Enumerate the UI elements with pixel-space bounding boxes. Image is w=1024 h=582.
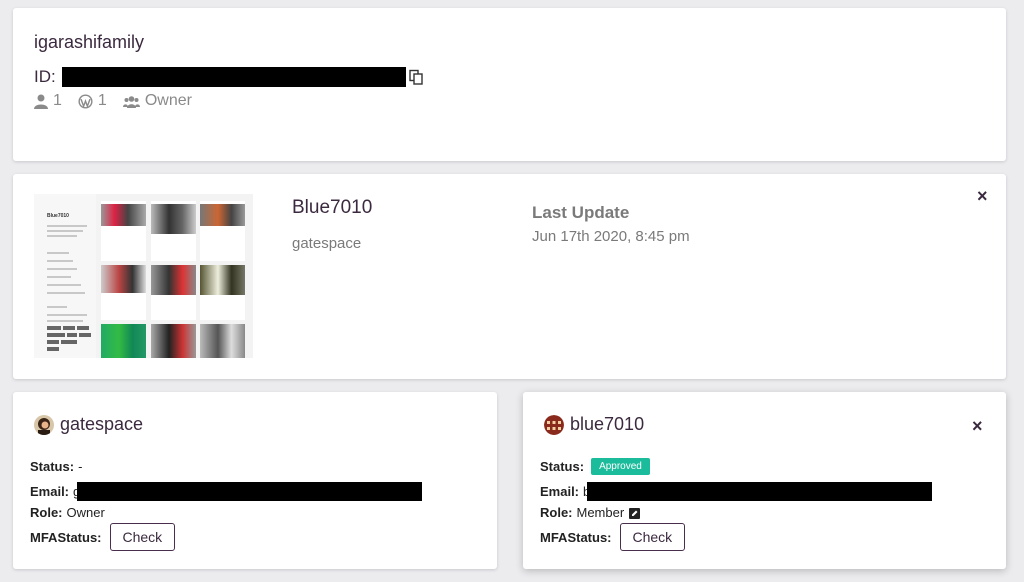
mfa-label: MFAStatus: <box>30 529 102 545</box>
thumbnail-title: Blue7010 <box>47 213 69 219</box>
mfa-check-button[interactable]: Check <box>109 523 176 551</box>
role-group: Owner <box>122 92 192 110</box>
organization-id-row: ID: <box>34 67 424 87</box>
user-header: gatespace <box>34 414 143 435</box>
copy-icon[interactable] <box>408 69 424 85</box>
email-label: Email: <box>540 484 580 499</box>
organization-name: igarashifamily <box>34 32 145 52</box>
user-card-blue7010: blue7010 × Status: Approved Email: b Rol… <box>523 392 1006 569</box>
email-row: Email: g <box>30 482 423 501</box>
redacted-id <box>61 67 406 87</box>
user-header: blue7010 <box>544 414 644 435</box>
organization-id-label: ID: <box>34 67 56 86</box>
site-owner: gatespace <box>292 235 362 252</box>
mfa-row: MFAStatus: Check <box>540 523 686 551</box>
members-count-group: 1 <box>34 92 62 110</box>
close-icon[interactable]: × <box>972 417 983 435</box>
users-icon <box>122 95 140 108</box>
user-icon <box>34 94 48 109</box>
avatar <box>34 414 54 435</box>
status-badge: Approved <box>591 458 650 475</box>
role-label: Role: <box>30 505 63 520</box>
organization-meta: 1 1 Owner <box>34 92 202 110</box>
mfa-row: MFAStatus: Check <box>30 523 176 551</box>
avatar <box>544 414 564 435</box>
role-row: Role: Member <box>540 505 641 520</box>
site-thumbnail[interactable]: Blue7010 <box>34 194 253 358</box>
sites-count-group: 1 <box>78 92 107 110</box>
role-row: Role: Owner <box>30 505 105 520</box>
sites-count: 1 <box>97 92 107 109</box>
role-value: Owner <box>66 505 105 520</box>
email-label: Email: <box>30 484 70 499</box>
role-value: Member <box>576 505 625 520</box>
status-row: Status: Approved <box>540 458 650 475</box>
site-name[interactable]: Blue7010 <box>292 197 372 219</box>
organization-card: igarashifamily ID: 1 1 Owner <box>13 8 1006 161</box>
last-update-value: Jun 17th 2020, 8:45 pm <box>532 228 690 245</box>
role-label: Role: <box>540 505 573 520</box>
members-count: 1 <box>53 92 62 109</box>
redacted-email <box>587 482 933 501</box>
user-name: gatespace <box>60 414 144 434</box>
status-label: Status: <box>540 459 585 474</box>
wordpress-icon <box>78 93 93 109</box>
mfa-check-button[interactable]: Check <box>619 523 686 551</box>
organization-role: Owner <box>144 92 192 109</box>
edit-icon[interactable] <box>629 507 641 519</box>
last-update-label: Last Update <box>532 203 630 222</box>
status-label: Status: <box>30 459 75 474</box>
status-value: - <box>78 459 83 474</box>
redacted-email <box>77 482 423 501</box>
site-card[interactable]: Blue7010 Blue7010 gatespace Last Update … <box>13 174 1006 379</box>
close-icon[interactable]: × <box>977 187 988 205</box>
status-row: Status: - <box>30 459 82 474</box>
user-name: blue7010 <box>570 414 645 434</box>
mfa-label: MFAStatus: <box>540 529 612 545</box>
user-card-gatespace: gatespace Status: - Email: g Role: Owner… <box>13 392 497 569</box>
email-row: Email: b <box>540 482 933 501</box>
